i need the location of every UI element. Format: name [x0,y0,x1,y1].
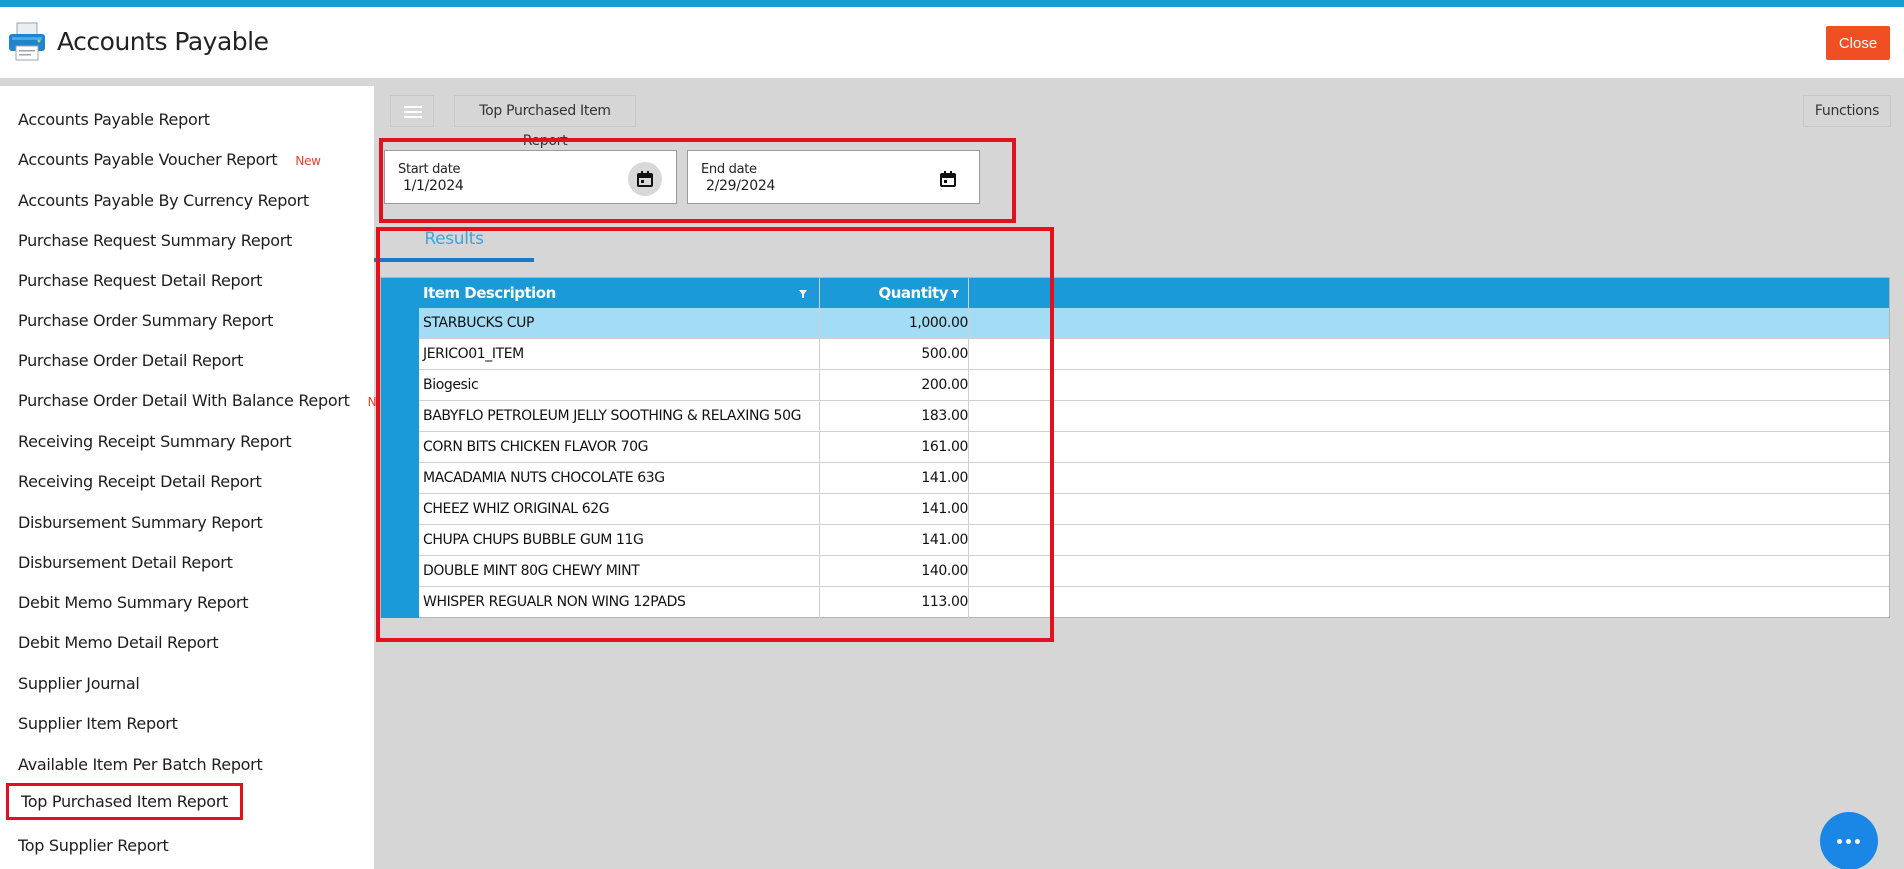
app-title: Accounts Payable [57,27,269,56]
sidebar-item-purchase-request-summary-report[interactable]: Purchase Request Summary Report [18,231,292,250]
hamburger-menu-button[interactable] [390,95,434,127]
app-header: Accounts Payable Close [0,7,1904,78]
highlight-results [376,227,1054,642]
end-date-value[interactable]: 2/29/2024 [706,178,775,194]
sidebar-item-supplier-journal[interactable]: Supplier Journal [18,674,140,693]
sidebar-item-accounts-payable-voucher-report[interactable]: Accounts Payable Voucher Report New [18,150,321,169]
sidebar-item-accounts-payable-report[interactable]: Accounts Payable Report [18,110,210,129]
hamburger-icon-bar [404,116,422,118]
end-date-label: End date [701,162,757,177]
sidebar-item-accounts-payable-by-currency-report[interactable]: Accounts Payable By Currency Report [18,191,309,210]
more-actions-button[interactable] [1820,812,1878,869]
sidebar-item-purchase-request-detail-report[interactable]: Purchase Request Detail Report [18,271,262,290]
sidebar-item-receiving-receipt-summary-report[interactable]: Receiving Receipt Summary Report [18,432,292,451]
printer-icon [8,21,46,61]
sidebar-item-debit-memo-summary-report[interactable]: Debit Memo Summary Report [18,593,248,612]
report-sidebar: Accounts Payable Report Accounts Payable… [0,86,393,869]
sidebar-item-disbursement-detail-report[interactable]: Disbursement Detail Report [18,553,233,572]
sidebar-item-purchase-order-summary-report[interactable]: Purchase Order Summary Report [18,311,273,330]
sidebar-item-disbursement-summary-report[interactable]: Disbursement Summary Report [18,513,263,532]
more-dots-icon [1837,839,1842,844]
sidebar-item-purchase-order-detail-with-balance-report[interactable]: Purchase Order Detail With Balance Repor… [18,391,393,410]
hamburger-icon-bar [404,111,422,113]
calendar-icon[interactable] [628,162,662,196]
sidebar-item-top-purchased-item-report[interactable]: Top Purchased Item Report [6,783,244,820]
more-dots-icon-dot [1846,839,1851,844]
report-toolbar: Top Purchased Item Report Functions [374,86,1904,149]
start-date-value[interactable]: 1/1/2024 [403,178,464,194]
close-button[interactable]: Close [1826,26,1890,60]
functions-button[interactable]: Functions [1803,95,1891,127]
sidebar-item-top-supplier-report[interactable]: Top Supplier Report [18,836,169,855]
sidebar-item-debit-memo-detail-report[interactable]: Debit Memo Detail Report [18,633,219,652]
new-badge: New [295,154,321,168]
end-date-field[interactable]: End date 2/29/2024 [687,150,980,204]
tab-top-purchased-item-report[interactable]: Top Purchased Item Report [454,95,636,149]
calendar-icon[interactable] [931,162,965,196]
sidebar-item-purchase-order-detail-report[interactable]: Purchase Order Detail Report [18,351,243,370]
more-dots-icon-dot [1855,839,1860,844]
sidebar-item-supplier-item-report[interactable]: Supplier Item Report [18,714,178,733]
start-date-field[interactable]: Start date 1/1/2024 [384,150,677,204]
hamburger-icon [404,106,422,108]
top-accent-stripe [0,0,1904,7]
sidebar-item-available-item-per-batch-report[interactable]: Available Item Per Batch Report [18,755,263,774]
sidebar-item-receiving-receipt-detail-report[interactable]: Receiving Receipt Detail Report [18,472,262,491]
start-date-label: Start date [398,162,461,177]
